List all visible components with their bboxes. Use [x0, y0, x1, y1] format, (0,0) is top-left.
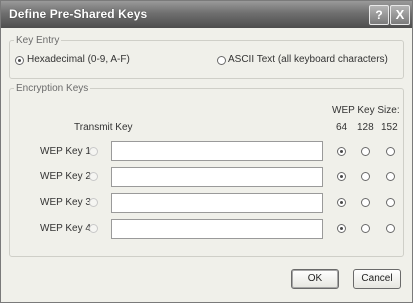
hexadecimal-radio[interactable] — [15, 56, 24, 65]
wep-key-2-size-64-radio[interactable] — [337, 172, 346, 181]
wep-key-1-size-128-radio[interactable] — [361, 147, 370, 156]
ascii-text-radio[interactable] — [217, 56, 226, 65]
wep-key-1-size-64-radio[interactable] — [337, 147, 346, 156]
title-bar[interactable]: Define Pre-Shared Keys ? X — [1, 1, 412, 28]
wep-key-2-size-152-radio[interactable] — [386, 172, 395, 181]
ok-button[interactable]: OK — [291, 269, 339, 289]
wep-key-1-size-152-radio[interactable] — [386, 147, 395, 156]
wep-key-4-size-64-radio[interactable] — [337, 224, 346, 233]
wep-key-4-size-128-radio[interactable] — [361, 224, 370, 233]
wep-key-3-size-152-radio[interactable] — [386, 198, 395, 207]
encryption-keys-legend: Encryption Keys — [16, 83, 89, 94]
size-header-128: 128 — [357, 122, 374, 133]
transmit-key-header: Transmit Key — [74, 122, 133, 133]
wep-key-3-size-64-radio[interactable] — [337, 198, 346, 207]
wep-key-2-field[interactable] — [111, 167, 323, 187]
size-header-152: 152 — [381, 122, 398, 133]
wep-key-size-header: WEP Key Size: — [332, 105, 400, 116]
wep-key-3-label: WEP Key 3: — [40, 197, 94, 208]
help-icon[interactable]: ? — [369, 5, 389, 25]
hexadecimal-label[interactable]: Hexadecimal (0-9, A-F) — [27, 54, 130, 65]
dialog-title: Define Pre-Shared Keys — [9, 7, 148, 21]
size-header-64: 64 — [336, 122, 348, 133]
wep-key-2-size-128-radio[interactable] — [361, 172, 370, 181]
wep-key-4-label: WEP Key 4: — [40, 223, 94, 234]
key-entry-legend: Key Entry — [16, 35, 60, 46]
wep-key-4-size-152-radio[interactable] — [386, 224, 395, 233]
wep-key-2-label: WEP Key 2: — [40, 171, 94, 182]
ascii-text-label[interactable]: ASCII Text (all keyboard characters) — [228, 54, 388, 65]
wep-key-3-transmit-radio[interactable] — [89, 198, 98, 207]
wep-key-2-transmit-radio[interactable] — [89, 172, 98, 181]
wep-key-1-transmit-radio[interactable] — [89, 147, 98, 156]
cancel-button[interactable]: Cancel — [353, 269, 401, 289]
wep-key-4-transmit-radio[interactable] — [89, 224, 98, 233]
wep-key-3-field[interactable] — [111, 193, 323, 213]
define-pre-shared-keys-dialog: Define Pre-Shared Keys ? X Key Entry Hex… — [0, 0, 413, 303]
close-icon[interactable]: X — [390, 5, 410, 25]
wep-key-1-field[interactable] — [111, 141, 323, 161]
wep-key-4-field[interactable] — [111, 219, 323, 239]
wep-key-3-size-128-radio[interactable] — [361, 198, 370, 207]
wep-key-1-label: WEP Key 1: — [40, 146, 94, 157]
